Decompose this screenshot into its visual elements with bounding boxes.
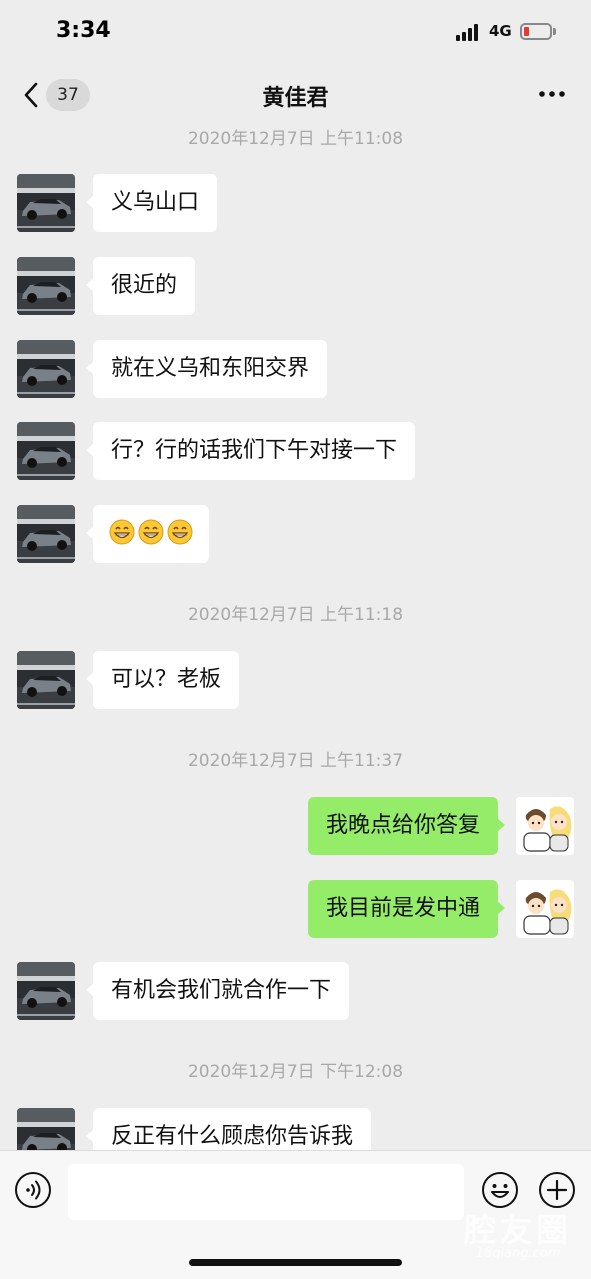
- timestamp: 2020年12月7日 上午11:18: [187, 605, 404, 625]
- grinning-face-icon: [109, 519, 135, 545]
- emoji-button[interactable]: [481, 1171, 519, 1209]
- message-bubble[interactable]: 可以？老板: [85, 651, 240, 709]
- more-dots-icon: [539, 91, 565, 97]
- timestamp: 2020年12月7日 下午12:08: [187, 1062, 404, 1082]
- chat-area[interactable]: 2020年12月7日 上午11:08 义乌山口 很近的 就在义乌和东阳交界 行？…: [0, 126, 591, 1150]
- plus-circle-icon: [539, 1172, 575, 1208]
- signal-icon: [456, 23, 480, 41]
- watermark-main: 腔友圈: [463, 1211, 572, 1249]
- contact-avatar[interactable]: [17, 1108, 75, 1150]
- timestamp: 2020年12月7日 上午11:37: [187, 751, 404, 771]
- voice-icon: [15, 1172, 51, 1208]
- message-bubble[interactable]: 很近的: [85, 257, 196, 315]
- contact-avatar[interactable]: [17, 422, 75, 480]
- more-functions-button[interactable]: [538, 1171, 576, 1209]
- message-bubble[interactable]: 行？行的话我们下午对接一下: [85, 422, 416, 480]
- contact-avatar[interactable]: [17, 340, 75, 398]
- my-avatar[interactable]: [516, 880, 574, 938]
- message-input[interactable]: [68, 1164, 464, 1220]
- my-avatar[interactable]: [516, 797, 574, 855]
- battery-icon: [520, 23, 552, 40]
- battery-tip: [553, 28, 556, 35]
- more-button[interactable]: [535, 84, 569, 104]
- contact-avatar[interactable]: [17, 505, 75, 563]
- chat-header: 黄佳君 37: [0, 64, 591, 126]
- status-time: 3:34: [56, 18, 111, 43]
- grinning-face-icon: [138, 519, 164, 545]
- message-bubble[interactable]: 义乌山口: [85, 174, 218, 232]
- my-message-bubble[interactable]: 我晚点给你答复: [307, 797, 506, 855]
- back-button[interactable]: [18, 81, 46, 109]
- grinning-face-icon: [167, 519, 193, 545]
- watermark: 腔友圈 18qiang.com: [448, 1213, 588, 1261]
- unread-count-badge[interactable]: 37: [46, 79, 90, 111]
- message-bubble[interactable]: 有机会我们就合作一下: [85, 962, 350, 1020]
- chevron-left-icon: [24, 82, 38, 108]
- contact-avatar[interactable]: [17, 174, 75, 232]
- contact-avatar[interactable]: [17, 257, 75, 315]
- voice-button[interactable]: [14, 1171, 52, 1209]
- watermark-sub: 18qiang.com: [475, 1246, 561, 1261]
- timestamp: 2020年12月7日 上午11:08: [187, 129, 404, 149]
- emoji-message-bubble[interactable]: [86, 505, 209, 563]
- contact-avatar[interactable]: [17, 651, 75, 709]
- smiley-icon: [482, 1172, 518, 1208]
- message-bubble[interactable]: 就在义乌和东阳交界: [85, 340, 328, 398]
- network-type: 4G: [489, 22, 512, 40]
- message-bubble[interactable]: 反正有什么顾虑你告诉我: [85, 1108, 372, 1150]
- status-bar: 3:34 4G: [0, 0, 591, 64]
- home-indicator[interactable]: [189, 1259, 402, 1266]
- contact-avatar[interactable]: [17, 962, 75, 1020]
- my-message-bubble[interactable]: 我目前是发中通: [307, 880, 506, 938]
